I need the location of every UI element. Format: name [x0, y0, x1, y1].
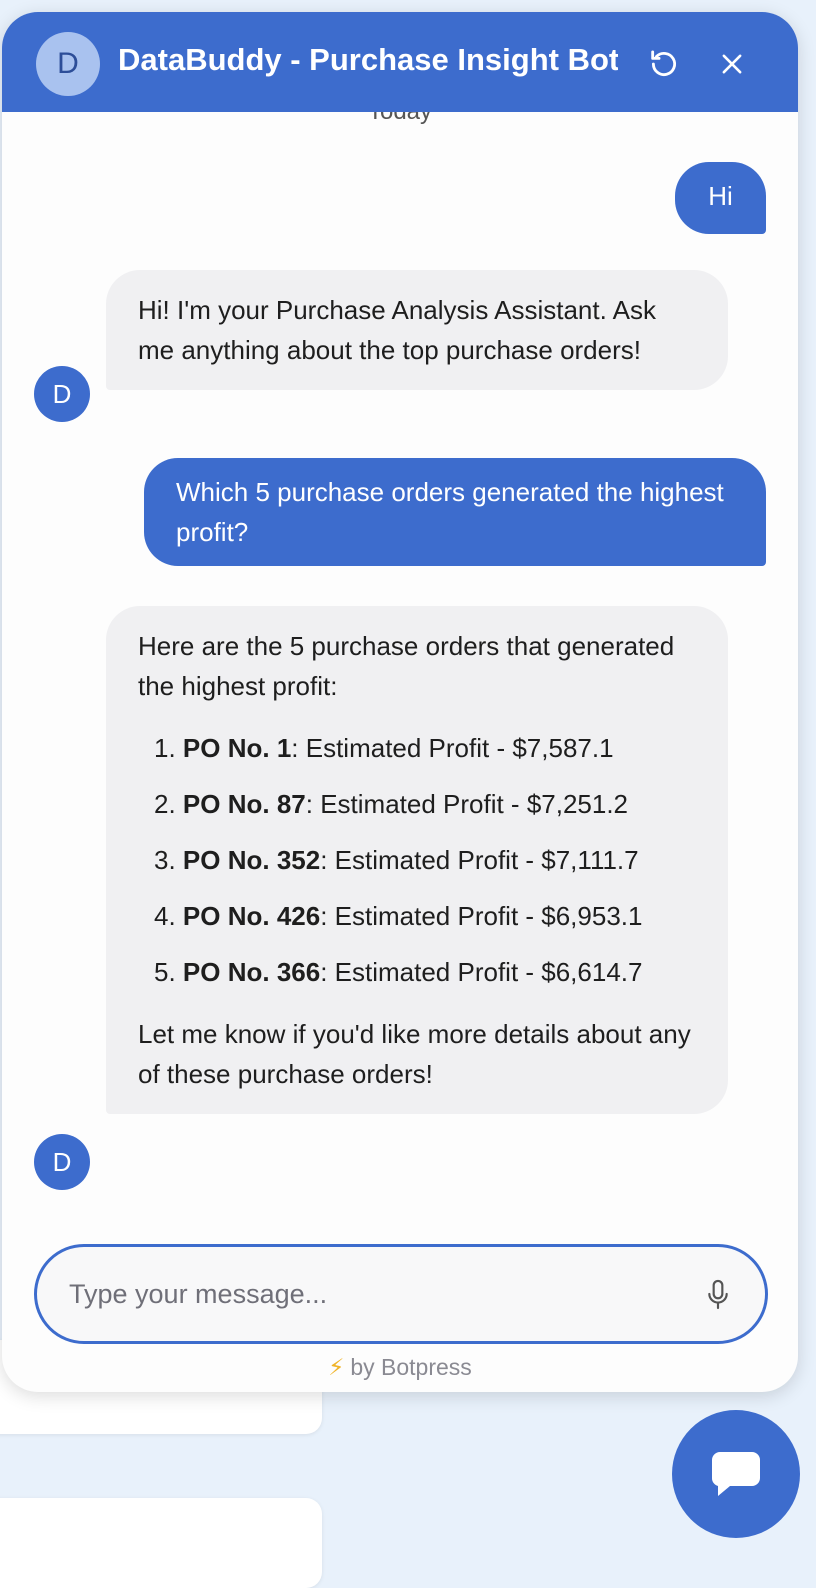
list-item: 4. PO No. 426: Estimated Profit - $6,953… — [154, 901, 643, 931]
list-item: 1. PO No. 1: Estimated Profit - $7,587.1 — [154, 733, 614, 763]
refresh-icon — [651, 50, 676, 77]
chat-widget: D DataBuddy - Purchase Insight Bot Today… — [2, 12, 798, 1392]
bot-message: Here are the 5 purchase orders that gene… — [106, 606, 728, 1114]
powered-by[interactable]: ⚡ by Botpress — [2, 1354, 798, 1381]
list-item: 2. PO No. 87: Estimated Profit - $7,251.… — [154, 789, 629, 819]
po-number: PO No. 87 — [182, 789, 306, 819]
bot-avatar: D — [34, 1134, 90, 1190]
bot-message-outro: Let me know if you'd like more details a… — [138, 1019, 691, 1089]
bot-message: Hi! I'm your Purchase Analysis Assistant… — [106, 270, 728, 390]
user-message-text: Hi — [708, 181, 733, 211]
list-item: 5. PO No. 366: Estimated Profit - $6,614… — [154, 957, 643, 987]
bot-avatar: D — [34, 366, 90, 422]
message-input[interactable] — [69, 1271, 669, 1317]
chat-launcher-button[interactable] — [672, 1410, 800, 1538]
message-composer — [34, 1244, 768, 1344]
microphone-icon — [708, 1279, 728, 1310]
restart-conversation-button[interactable] — [644, 44, 684, 84]
chat-bubble-icon — [711, 1452, 760, 1496]
background-card — [0, 1498, 322, 1588]
chat-title: DataBuddy - Purchase Insight Bot — [118, 42, 618, 77]
powered-by-text: by Botpress — [350, 1354, 472, 1380]
close-icon — [722, 54, 742, 74]
bot-message-text: Hi! I'm your Purchase Analysis Assistant… — [138, 295, 656, 365]
chat-header: D DataBuddy - Purchase Insight Bot — [2, 12, 798, 112]
purchase-order-list: 1. PO No. 1: Estimated Profit - $7,587.1… — [154, 728, 696, 992]
po-number: PO No. 352 — [182, 845, 321, 875]
bot-message-intro: Here are the 5 purchase orders that gene… — [138, 631, 675, 701]
user-message-text: Which 5 purchase orders generated the hi… — [176, 477, 724, 547]
user-message: Which 5 purchase orders generated the hi… — [144, 458, 766, 566]
bot-avatar-header: D — [36, 32, 100, 96]
close-chat-button[interactable] — [712, 44, 752, 84]
po-number: PO No. 426 — [182, 901, 321, 931]
bolt-icon: ⚡ — [328, 1354, 345, 1380]
user-message: Hi — [675, 162, 766, 234]
po-number: PO No. 1 — [182, 733, 292, 763]
po-number: PO No. 366 — [182, 957, 321, 987]
list-item: 3. PO No. 352: Estimated Profit - $7,111… — [154, 845, 639, 875]
voice-input-button[interactable] — [701, 1277, 735, 1313]
